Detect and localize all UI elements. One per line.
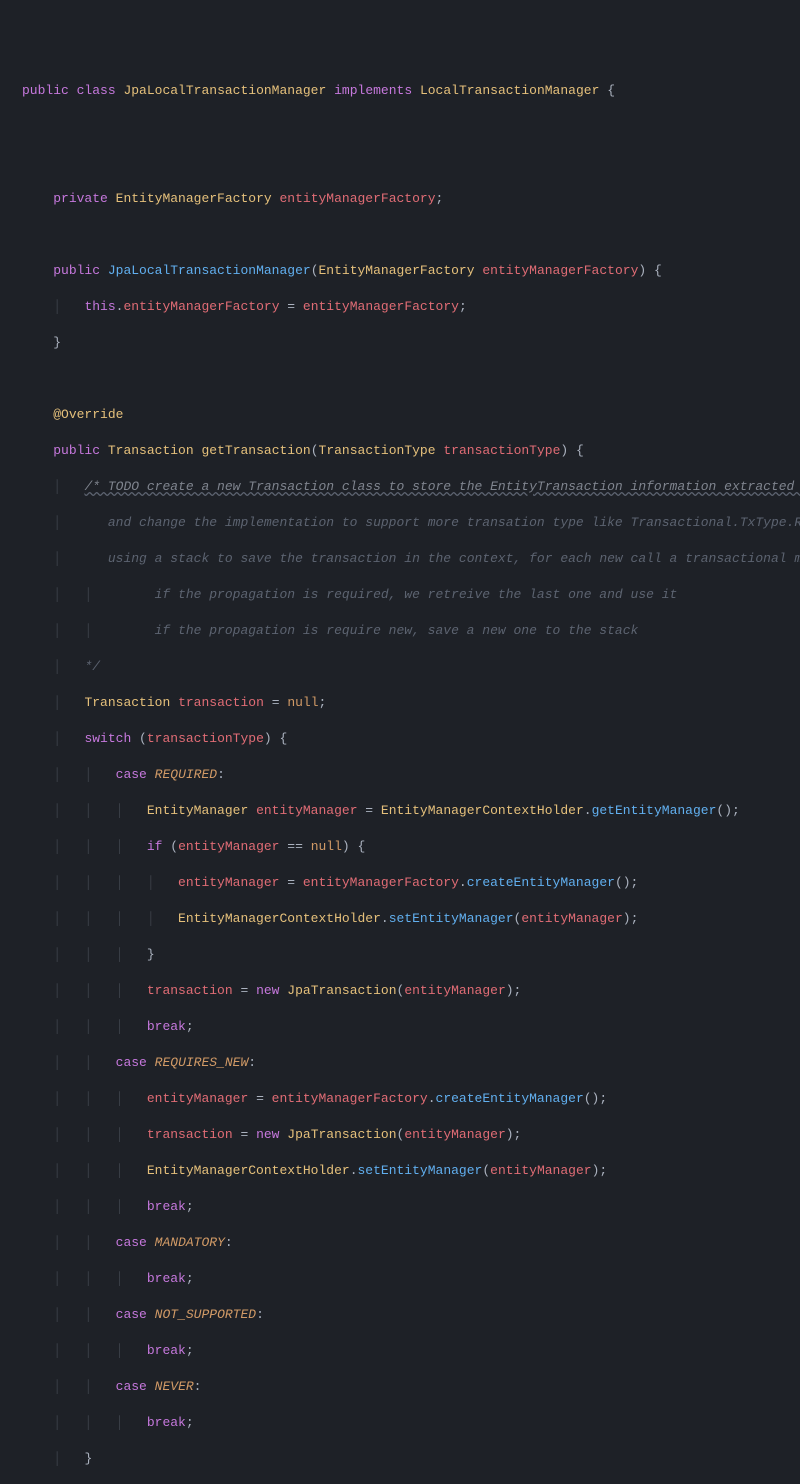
code-line: │ and change the implementation to suppo… xyxy=(22,514,800,532)
code-editor[interactable]: public class JpaLocalTransactionManager … xyxy=(22,82,800,1484)
code-line: │ │ case REQUIRES_NEW: xyxy=(22,1054,800,1072)
code-line: │ │ case MANDATORY: xyxy=(22,1234,800,1252)
code-line: │ │ case REQUIRED: xyxy=(22,766,800,784)
code-line: private EntityManagerFactory entityManag… xyxy=(22,190,800,208)
code-line: public class JpaLocalTransactionManager … xyxy=(22,82,800,100)
code-line: │ │ if the propagation is require new, s… xyxy=(22,622,800,640)
code-line xyxy=(22,370,800,388)
code-line: │ │ │ break; xyxy=(22,1198,800,1216)
code-line: │ using a stack to save the transaction … xyxy=(22,550,800,568)
code-line: @Override xyxy=(22,406,800,424)
code-line: │ } xyxy=(22,1450,800,1468)
code-line: │ this.entityManagerFactory = entityMana… xyxy=(22,298,800,316)
code-line xyxy=(22,154,800,172)
code-line xyxy=(22,118,800,136)
code-line: │ switch (transactionType) { xyxy=(22,730,800,748)
code-line: public JpaLocalTransactionManager(Entity… xyxy=(22,262,800,280)
code-line: │ │ │ break; xyxy=(22,1018,800,1036)
code-line: │ /* TODO create a new Transaction class… xyxy=(22,478,800,496)
code-line: │ │ │ EntityManagerContextHolder.setEnti… xyxy=(22,1162,800,1180)
code-line: │ │ │ } xyxy=(22,946,800,964)
code-line: } xyxy=(22,334,800,352)
code-line: │ │ │ if (entityManager == null) { xyxy=(22,838,800,856)
code-line: │ │ case NEVER: xyxy=(22,1378,800,1396)
code-line: │ │ │ EntityManager entityManager = Enti… xyxy=(22,802,800,820)
code-line: │ │ │ break; xyxy=(22,1270,800,1288)
code-line: │ │ │ entityManager = entityManagerFacto… xyxy=(22,1090,800,1108)
code-line: │ │ if the propagation is required, we r… xyxy=(22,586,800,604)
code-line: public Transaction getTransaction(Transa… xyxy=(22,442,800,460)
code-line: │ │ case NOT_SUPPORTED: xyxy=(22,1306,800,1324)
code-line: │ */ xyxy=(22,658,800,676)
code-line: │ │ │ │ EntityManagerContextHolder.setEn… xyxy=(22,910,800,928)
code-line xyxy=(22,226,800,244)
code-line: │ │ │ │ entityManager = entityManagerFac… xyxy=(22,874,800,892)
code-line: │ Transaction transaction = null; xyxy=(22,694,800,712)
code-line: │ │ │ break; xyxy=(22,1414,800,1432)
code-line: │ │ │ transaction = new JpaTransaction(e… xyxy=(22,982,800,1000)
code-line: │ │ │ transaction = new JpaTransaction(e… xyxy=(22,1126,800,1144)
code-line: │ │ │ break; xyxy=(22,1342,800,1360)
